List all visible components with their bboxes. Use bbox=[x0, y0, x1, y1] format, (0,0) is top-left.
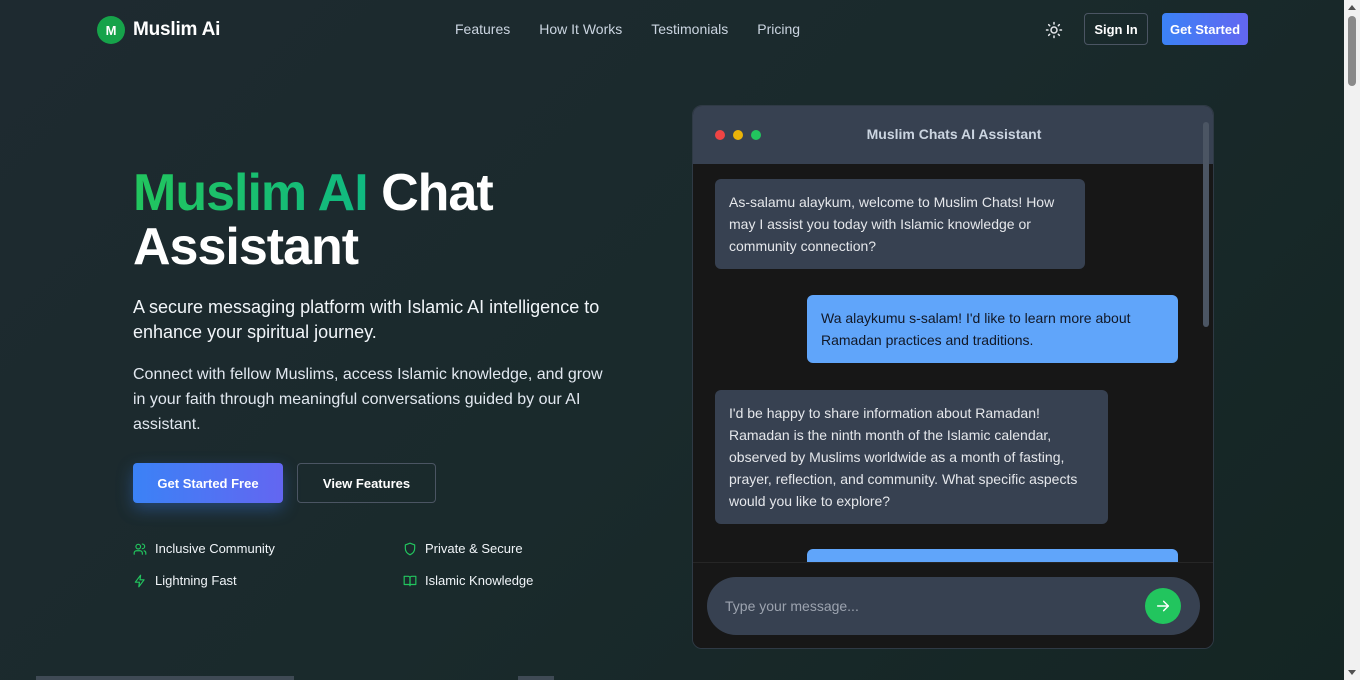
feature-inclusive-community: Inclusive Community bbox=[133, 541, 275, 556]
scroll-up-arrow[interactable] bbox=[1348, 5, 1356, 10]
top-nav: M Muslim Ai Features How It Works Testim… bbox=[0, 0, 1344, 60]
chat-window: Muslim Chats AI Assistant As-salamu alay… bbox=[692, 105, 1214, 649]
horizontal-scrollbar-thumb[interactable] bbox=[518, 676, 554, 680]
feature-label: Private & Secure bbox=[425, 541, 523, 556]
brand-name: Muslim Ai bbox=[133, 19, 221, 40]
nav-link-features[interactable]: Features bbox=[455, 21, 510, 37]
logo-badge: M bbox=[97, 16, 125, 44]
hero-description: Connect with fellow Muslims, access Isla… bbox=[133, 366, 603, 433]
book-icon bbox=[403, 575, 417, 586]
horizontal-scrollbar[interactable] bbox=[36, 676, 294, 680]
page-scrollbar-thumb[interactable] bbox=[1348, 16, 1356, 86]
arrow-right-icon bbox=[1156, 600, 1170, 612]
nav-link-pricing[interactable]: Pricing bbox=[757, 21, 800, 37]
nav-link-testimonials[interactable]: Testimonials bbox=[651, 21, 728, 37]
nav-links: Features How It Works Testimonials Prici… bbox=[455, 21, 800, 37]
chat-header: Muslim Chats AI Assistant bbox=[693, 106, 1213, 164]
user-message: Wa alaykumu s-salam! I'd like to learn m… bbox=[807, 295, 1178, 363]
feature-lightning-fast: Lightning Fast bbox=[133, 573, 237, 588]
chat-title: Muslim Chats AI Assistant bbox=[866, 126, 1042, 142]
feature-label: Lightning Fast bbox=[155, 573, 237, 588]
feature-label: Inclusive Community bbox=[155, 541, 275, 556]
view-features-button[interactable]: View Features bbox=[297, 463, 436, 503]
user-message bbox=[807, 549, 1178, 562]
feature-label: Islamic Knowledge bbox=[425, 573, 534, 588]
chat-scrollbar[interactable] bbox=[1200, 110, 1212, 560]
hero-title: Muslim AI Chat Assistant bbox=[133, 166, 653, 274]
feature-islamic-knowledge: Islamic Knowledge bbox=[403, 573, 533, 588]
users-icon bbox=[133, 542, 147, 555]
scroll-down-arrow[interactable] bbox=[1348, 670, 1356, 675]
message-list[interactable]: As-salamu alaykum, welcome to Muslim Cha… bbox=[693, 164, 1213, 562]
nav-link-how-it-works[interactable]: How It Works bbox=[539, 21, 622, 37]
shield-icon bbox=[404, 542, 416, 555]
bot-message: As-salamu alaykum, welcome to Muslim Cha… bbox=[715, 179, 1085, 269]
page-scrollbar[interactable] bbox=[1344, 0, 1360, 680]
bot-message: I'd be happy to share information about … bbox=[715, 390, 1108, 524]
sun-icon bbox=[1045, 21, 1063, 39]
feature-private-secure: Private & Secure bbox=[403, 541, 523, 556]
get-started-button[interactable]: Get Started bbox=[1162, 13, 1248, 45]
hero-subtitle: A secure messaging platform with Islamic… bbox=[133, 297, 600, 342]
sign-in-button[interactable]: Sign In bbox=[1084, 13, 1148, 45]
hero-title-accent: Muslim AI bbox=[133, 164, 369, 222]
brand-logo[interactable]: M Muslim Ai bbox=[97, 16, 220, 44]
lightning-icon bbox=[134, 574, 145, 587]
theme-toggle-button[interactable] bbox=[1044, 20, 1064, 40]
get-started-free-button[interactable]: Get Started Free bbox=[133, 463, 283, 503]
chat-input-area bbox=[693, 562, 1213, 648]
send-button[interactable] bbox=[1145, 588, 1181, 624]
message-input[interactable] bbox=[707, 577, 1200, 635]
chat-scrollbar-thumb[interactable] bbox=[1203, 122, 1209, 327]
